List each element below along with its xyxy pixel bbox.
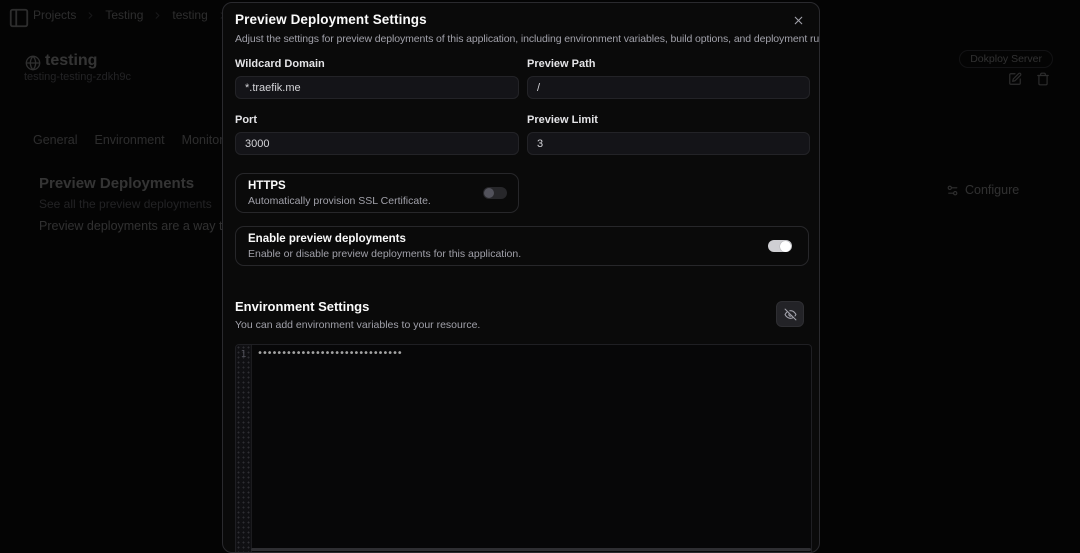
editor-line-numbers: 1 [236, 345, 252, 553]
https-card: HTTPS Automatically provision SSL Certif… [235, 173, 519, 213]
wildcard-domain-input[interactable] [235, 76, 519, 99]
environment-settings-title: Environment Settings [235, 299, 807, 314]
enable-preview-toggle[interactable] [768, 240, 792, 252]
environment-variables-editor[interactable]: 1 •••••••••••••••••••••••••••••• [235, 344, 812, 553]
https-card-text: HTTPS Automatically provision SSL Certif… [248, 180, 431, 207]
preview-limit-label: Preview Limit [527, 114, 810, 126]
port-label: Port [235, 114, 519, 126]
masked-env-line: •••••••••••••••••••••••••••••• [257, 348, 806, 359]
environment-settings-description: You can add environment variables to you… [235, 319, 807, 331]
preview-limit-input[interactable] [527, 132, 810, 155]
https-toggle[interactable] [483, 187, 507, 199]
eye-off-icon [784, 308, 797, 321]
close-icon [792, 14, 805, 27]
environment-settings-header: Environment Settings You can add environ… [235, 299, 807, 331]
enable-preview-description: Enable or disable preview deployments fo… [248, 248, 521, 260]
wildcard-domain-label: Wildcard Domain [235, 58, 519, 70]
line-number: 1 [241, 349, 247, 360]
port-field-group: Port [235, 114, 519, 155]
wildcard-domain-field-group: Wildcard Domain [235, 58, 519, 99]
editor-content[interactable]: •••••••••••••••••••••••••••••• [252, 345, 811, 553]
enable-preview-title: Enable preview deployments [248, 233, 521, 245]
toggle-knob [484, 188, 494, 198]
preview-limit-field-group: Preview Limit [527, 114, 810, 155]
port-input[interactable] [235, 132, 519, 155]
toggle-visibility-button[interactable] [776, 301, 804, 327]
settings-form: Wildcard Domain Preview Path Port Previe… [235, 58, 807, 170]
horizontal-scrollbar[interactable] [251, 548, 811, 551]
dialog-title: Preview Deployment Settings [235, 12, 807, 27]
enable-preview-card-text: Enable preview deployments Enable or dis… [248, 233, 521, 260]
https-description: Automatically provision SSL Certificate. [248, 195, 431, 207]
toggle-knob [780, 241, 791, 252]
preview-path-label: Preview Path [527, 58, 810, 70]
preview-path-input[interactable] [527, 76, 810, 99]
close-button[interactable] [792, 12, 808, 28]
dialog-description: Adjust the settings for preview deployme… [235, 33, 807, 45]
enable-preview-card: Enable preview deployments Enable or dis… [235, 226, 809, 266]
preview-settings-dialog: Preview Deployment Settings Adjust the s… [222, 2, 820, 553]
https-title: HTTPS [248, 180, 431, 192]
preview-path-field-group: Preview Path [527, 58, 810, 99]
